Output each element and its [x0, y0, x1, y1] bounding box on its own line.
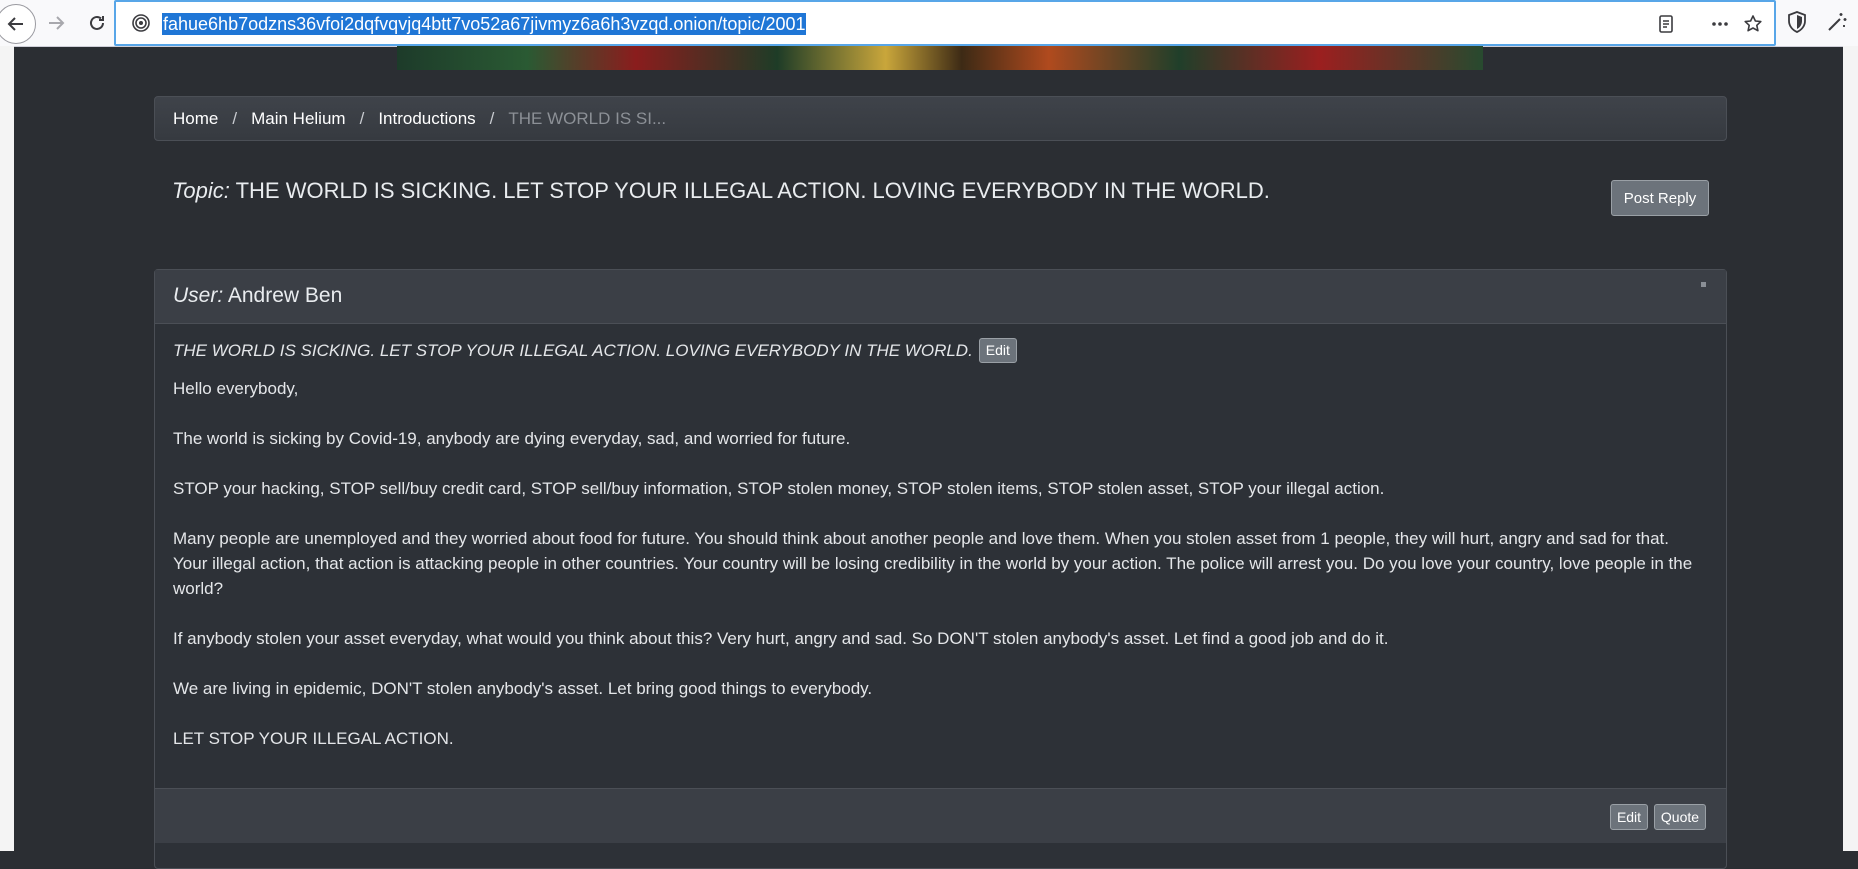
post-paragraph: STOP your hacking, STOP sell/buy credit … [173, 479, 1385, 498]
post-header: User: Andrew Ben [155, 270, 1726, 324]
post-paragraph: The world is sicking by Covid-19, anybod… [173, 429, 851, 448]
topic-title-text: THE WORLD IS SICKING. LET STOP YOUR ILLE… [235, 178, 1270, 203]
arrow-left-icon [7, 17, 23, 31]
breadcrumb-main-helium-link[interactable]: Main Helium [251, 109, 345, 129]
page-left-margin [0, 46, 14, 851]
edit-subject-button[interactable]: Edit [978, 338, 1017, 363]
arrow-right-icon [49, 16, 65, 30]
post-reply-button[interactable]: Post Reply [1611, 180, 1709, 216]
post-paragraph: Hello everybody, [173, 379, 299, 398]
topic-header: Topic: THE WORLD IS SICKING. LET STOP YO… [172, 176, 1712, 226]
reload-button[interactable] [78, 4, 116, 42]
url-text[interactable]: fahue6hb7odzns36vfoi2dqfvqvjq4btt7vo52a6… [162, 13, 807, 35]
post-user-name: Andrew Ben [227, 284, 343, 307]
breadcrumb-introductions-link[interactable]: Introductions [378, 109, 475, 129]
reload-icon [90, 15, 104, 30]
url-bar[interactable]: fahue6hb7odzns36vfoi2dqfvqvjq4btt7vo52a6… [114, 0, 1776, 46]
post-user-label: User: [173, 284, 224, 307]
onion-identity-icon[interactable] [132, 14, 150, 32]
bookmark-star-icon[interactable] [1741, 12, 1765, 36]
post-paragraph: If anybody stolen your asset everyday, w… [173, 629, 1389, 648]
breadcrumb-separator: / [359, 108, 365, 128]
topic-title: Topic: THE WORLD IS SICKING. LET STOP YO… [172, 178, 1270, 204]
header-dot-icon [1701, 282, 1706, 287]
post-body: THE WORLD IS SICKING. LET STOP YOUR ILLE… [173, 338, 1698, 751]
browser-toolbar: fahue6hb7odzns36vfoi2dqfvqvjq4btt7vo52a6… [0, 0, 1858, 47]
edit-post-button[interactable]: Edit [1610, 804, 1648, 830]
breadcrumb-current: THE WORLD IS SI... [508, 108, 667, 128]
quote-post-button[interactable]: Quote [1654, 804, 1706, 830]
post-subject-text: THE WORLD IS SICKING. LET STOP YOUR ILLE… [173, 341, 973, 360]
breadcrumb: Home / Main Helium / Introductions / THE… [154, 96, 1727, 141]
forward-button[interactable] [37, 4, 75, 42]
topic-label: Topic: [172, 178, 230, 203]
post-subject: THE WORLD IS SICKING. LET STOP YOUR ILLE… [173, 338, 1698, 363]
breadcrumb-home-link[interactable]: Home [173, 109, 218, 129]
breadcrumb-separator: / [232, 108, 238, 128]
back-button[interactable] [0, 4, 36, 44]
reader-view-icon[interactable] [1654, 12, 1678, 36]
post-paragraph: We are living in epidemic, DON'T stolen … [173, 679, 873, 698]
more-actions-icon[interactable] [1708, 12, 1732, 36]
site-banner-image [397, 46, 1483, 70]
page-right-margin [1843, 46, 1858, 851]
post-card: User: Andrew Ben THE WORLD IS SICKING. L… [154, 269, 1727, 869]
post-paragraph: Many people are unemployed and they worr… [173, 529, 1693, 598]
post-author: User: Andrew Ben [173, 284, 342, 308]
breadcrumb-separator: / [489, 108, 495, 128]
magic-wand-icon[interactable] [1825, 10, 1849, 34]
post-footer: Edit Quote [155, 788, 1726, 843]
post-paragraph: LET STOP YOUR ILLEGAL ACTION. [173, 729, 454, 748]
shield-icon[interactable] [1785, 10, 1809, 34]
